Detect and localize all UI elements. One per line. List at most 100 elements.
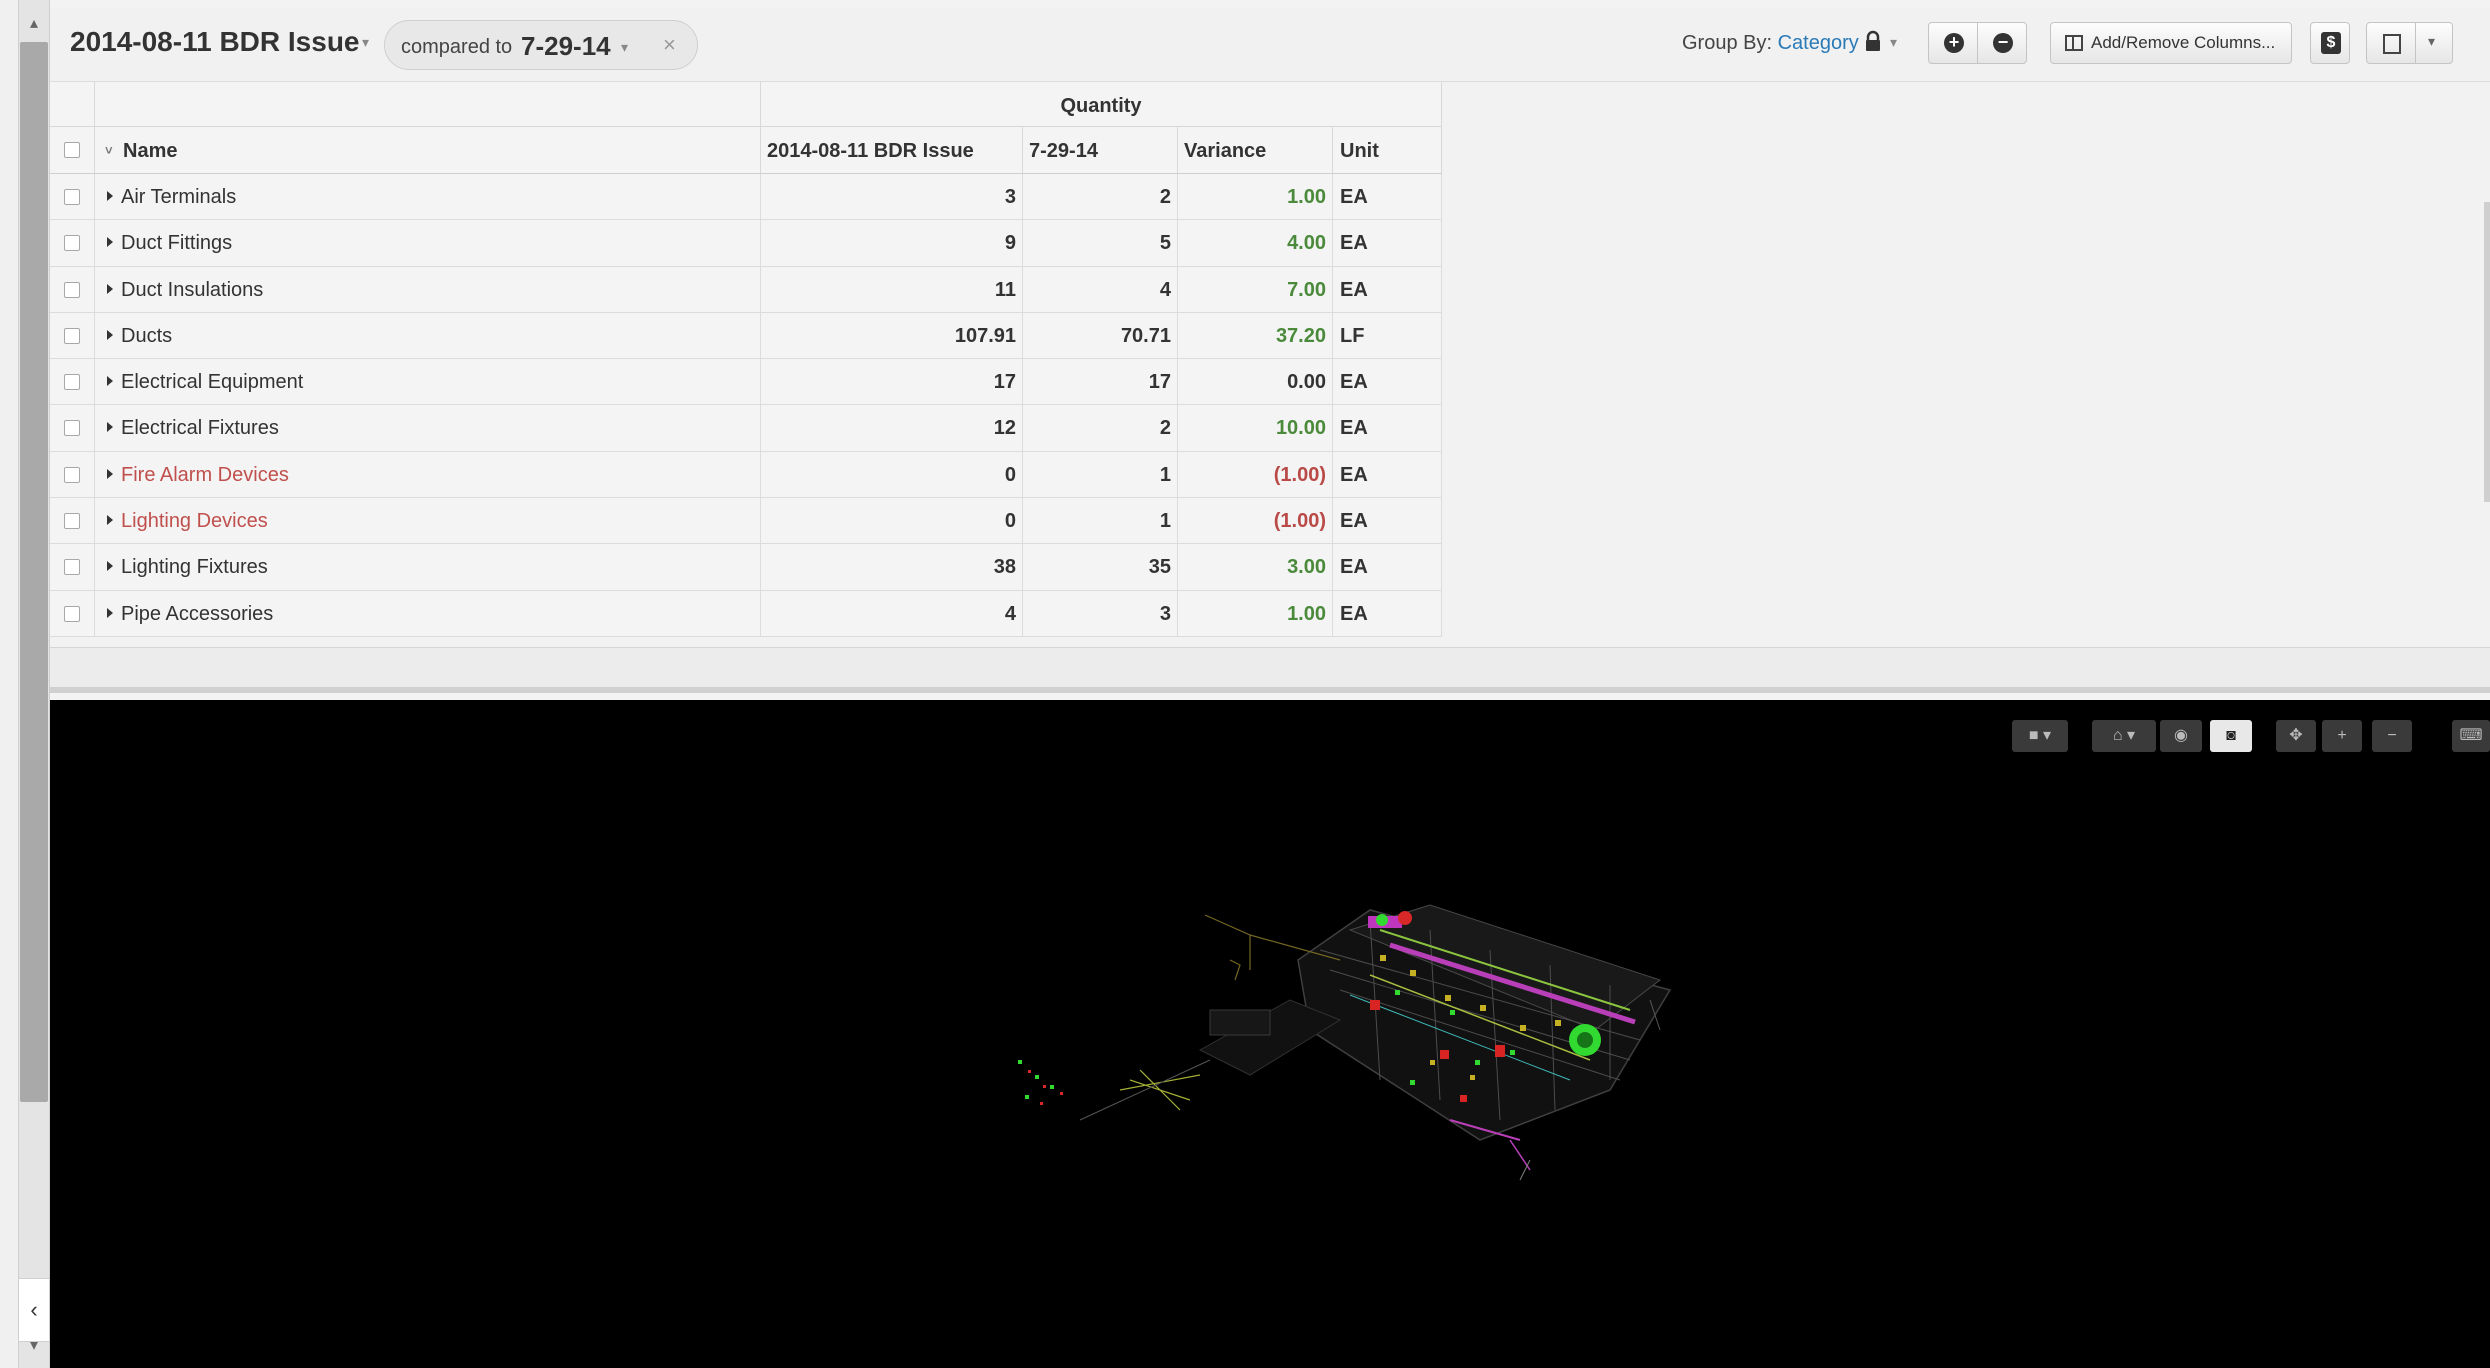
row-checkbox-cell (50, 590, 95, 636)
compare-dropdown-caret-icon[interactable]: ▾ (621, 39, 628, 56)
group-by: Group By: Category (1682, 32, 1859, 55)
left-scroll-gutter: ▴ ▾ ‹ (0, 0, 50, 1368)
column-header-unit[interactable]: Unit (1333, 127, 1442, 173)
minus-circle-icon: − (1993, 33, 2013, 53)
row-checkbox[interactable] (64, 281, 80, 298)
table-row[interactable]: Fire Alarm Devices 0 1 (1.00) EA (50, 451, 1442, 499)
category-name-cell[interactable]: Electrical Fixtures (95, 405, 761, 451)
expand-row-triangle-icon[interactable] (107, 376, 113, 387)
row-checkbox[interactable] (64, 374, 80, 391)
table-row[interactable]: Duct Fittings 9 5 4.00 EA (50, 220, 1442, 267)
column-header-name[interactable]: ˅ Name (95, 127, 761, 173)
group-by-caret-icon[interactable]: ▾ (1890, 34, 1897, 51)
column-header-current[interactable]: 2014-08-11 BDR Issue (761, 127, 1023, 173)
row-checkbox[interactable] (64, 559, 80, 576)
quantity-group-header: Quantity (761, 82, 1442, 126)
row-checkbox[interactable] (64, 466, 80, 483)
table-row[interactable]: Electrical Fixtures 12 2 10.00 EA (50, 405, 1442, 452)
table-scrollbar[interactable] (2484, 202, 2490, 502)
spreadsheet-icon (2383, 34, 2401, 54)
compare-version[interactable]: 7-29-14 (521, 31, 611, 62)
model-viewer[interactable]: ■ ▾ ⌂ ▾ ◉ ◙ ✥ + − ⌨ (50, 700, 2490, 1368)
cost-button[interactable]: $ (2310, 22, 2350, 64)
category-name-cell[interactable]: Air Terminals (95, 174, 761, 220)
compare-pill[interactable]: compared to 7-29-14 ▾ × (384, 20, 698, 70)
category-name-cell[interactable]: Lighting Fixtures (95, 544, 761, 590)
variance-cell: (1.00) (1178, 498, 1333, 544)
expand-row-triangle-icon[interactable] (107, 515, 113, 526)
row-checkbox[interactable] (64, 605, 80, 622)
table-column-header-row: ˅ Name 2014-08-11 BDR Issue 7-29-14 Vari… (50, 127, 1442, 174)
group-by-value[interactable]: Category (1778, 32, 1859, 54)
row-checkbox-cell (50, 266, 95, 312)
current-quantity-cell: 0 (761, 498, 1023, 544)
category-name-cell[interactable]: Duct Fittings (95, 220, 761, 266)
table-row[interactable]: Lighting Devices 0 1 (1.00) EA (50, 498, 1442, 545)
variance-cell: 37.20 (1178, 312, 1333, 359)
row-checkbox-cell (50, 174, 95, 220)
export-button[interactable] (2366, 22, 2416, 64)
category-name: Duct Insulations (121, 278, 264, 301)
expand-row-triangle-icon[interactable] (107, 468, 113, 479)
current-quantity-cell: 38 (761, 544, 1023, 590)
row-checkbox-cell (50, 220, 95, 266)
collapse-all-button[interactable]: − (1977, 22, 2027, 64)
column-header-variance[interactable]: Variance (1178, 127, 1333, 173)
variance-cell: 3.00 (1178, 544, 1333, 590)
expand-row-triangle-icon[interactable] (107, 191, 113, 201)
category-name-cell[interactable]: Pipe Accessories (95, 590, 761, 636)
table-row[interactable]: Air Terminals 3 2 1.00 EA (50, 174, 1442, 221)
scroll-up-arrow-icon[interactable]: ▴ (20, 10, 48, 38)
table-row[interactable]: Ducts 107.91 70.71 37.20 LF (50, 312, 1442, 360)
row-checkbox[interactable] (64, 327, 80, 344)
plus-circle-icon: + (1944, 33, 1964, 53)
row-checkbox[interactable] (64, 189, 80, 205)
page-title[interactable]: 2014-08-11 BDR Issue (70, 26, 360, 58)
unit-cell: EA (1333, 174, 1442, 220)
add-remove-columns-button[interactable]: Add/Remove Columns... (2050, 22, 2292, 64)
category-name-cell[interactable]: Electrical Equipment (95, 359, 761, 405)
category-name-cell[interactable]: Ducts (95, 312, 761, 359)
current-quantity-cell: 107.91 (761, 312, 1023, 359)
category-name-cell[interactable]: Lighting Devices (95, 498, 761, 544)
building-model-render[interactable] (50, 700, 2490, 1368)
category-name: Ducts (121, 324, 173, 347)
category-name: Pipe Accessories (121, 602, 274, 625)
row-checkbox[interactable] (64, 513, 80, 530)
expand-row-triangle-icon[interactable] (107, 607, 113, 618)
sort-caret-icon[interactable]: ˅ (105, 143, 113, 158)
close-compare-icon[interactable]: × (663, 32, 676, 58)
panel-splitter[interactable] (50, 647, 2490, 693)
expand-all-button[interactable]: + (1928, 22, 1978, 64)
vertical-scrollbar-thumb[interactable] (20, 42, 48, 1102)
current-quantity-cell: 17 (761, 359, 1023, 405)
table-row[interactable]: Lighting Fixtures 38 35 3.00 EA (50, 544, 1442, 591)
expand-row-triangle-icon[interactable] (107, 329, 113, 340)
previous-quantity-cell: 70.71 (1023, 312, 1178, 359)
category-name-cell[interactable]: Duct Insulations (95, 266, 761, 312)
row-checkbox[interactable] (64, 235, 80, 252)
column-header-previous[interactable]: 7-29-14 (1023, 127, 1178, 173)
title-dropdown-caret-icon[interactable]: ▾ (362, 34, 369, 51)
unit-cell: EA (1333, 590, 1442, 636)
row-checkbox-cell (50, 359, 95, 405)
previous-quantity-cell: 3 (1023, 590, 1178, 636)
expand-row-triangle-icon[interactable] (107, 422, 113, 433)
collapse-panel-chevron-left-icon[interactable]: ‹ (18, 1278, 50, 1342)
select-all-checkbox[interactable] (64, 142, 80, 158)
unit-cell: LF (1333, 312, 1442, 359)
toolbar-header: 2014-08-11 BDR Issue ▾ compared to 7-29-… (50, 8, 2490, 82)
expand-row-triangle-icon[interactable] (107, 283, 113, 294)
previous-quantity-cell: 5 (1023, 220, 1178, 266)
expand-row-triangle-icon[interactable] (107, 237, 113, 248)
category-name-cell[interactable]: Fire Alarm Devices (95, 451, 761, 498)
table-row[interactable]: Pipe Accessories 4 3 1.00 EA (50, 590, 1442, 637)
group-by-label: Group By: (1682, 32, 1773, 54)
previous-quantity-cell: 17 (1023, 359, 1178, 405)
table-row[interactable]: Duct Insulations 11 4 7.00 EA (50, 266, 1442, 313)
export-dropdown-button[interactable]: ▾ (2415, 22, 2453, 64)
table-row[interactable]: Electrical Equipment 17 17 0.00 EA (50, 359, 1442, 406)
expand-row-triangle-icon[interactable] (107, 561, 113, 572)
row-checkbox[interactable] (64, 420, 80, 437)
column-header-variance-label: Variance (1184, 140, 1267, 162)
